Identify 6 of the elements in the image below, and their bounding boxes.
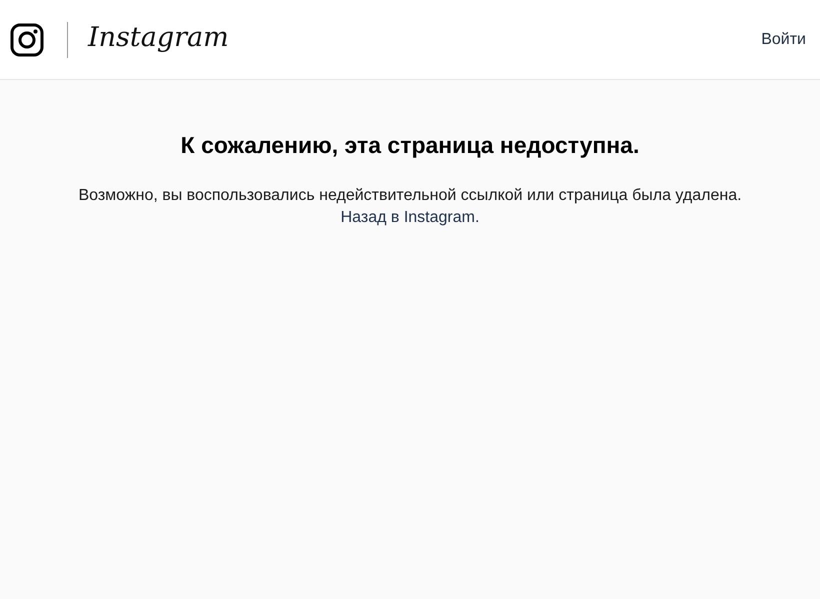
logo-text[interactable]: Instagram (88, 22, 229, 57)
error-message: Возможно, вы воспользовались недействительной ссылкой или страница была удалена. (78, 187, 742, 205)
camera-icon[interactable] (10, 22, 44, 56)
login-link[interactable]: Войти (761, 30, 806, 48)
back-link[interactable]: Назад в Instagram. (340, 209, 480, 227)
error-title: К сожалению, эта страница недоступна. (180, 132, 640, 159)
